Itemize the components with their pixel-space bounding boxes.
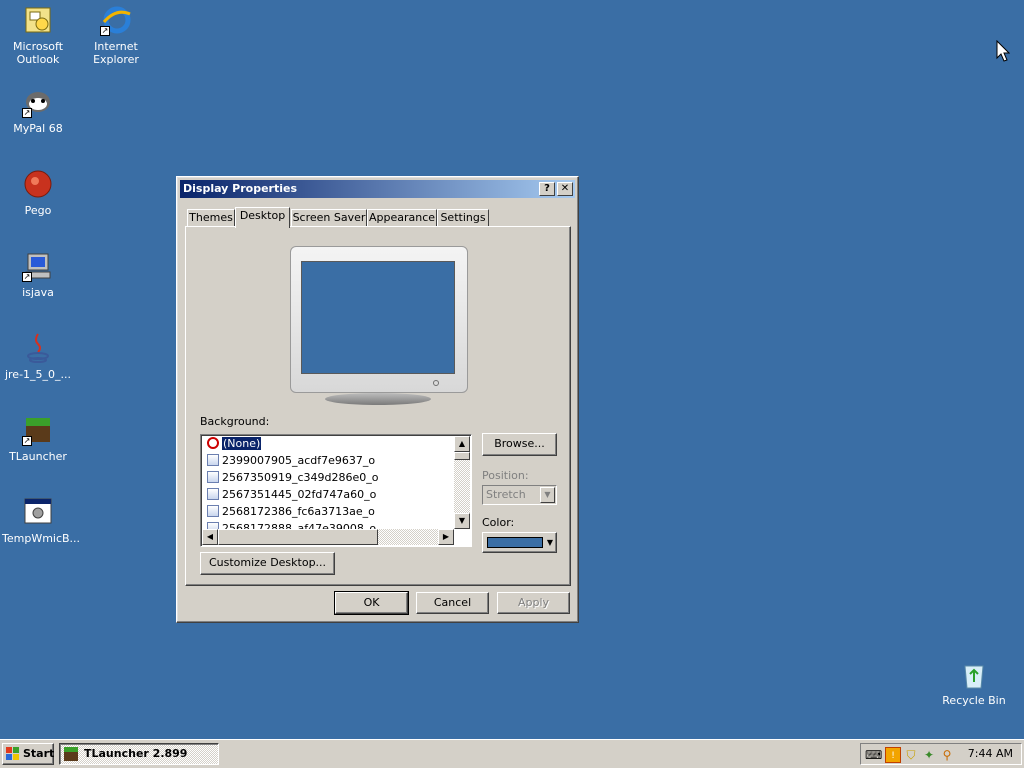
taskbar-button-tlauncher[interactable]: TLauncher 2.899 xyxy=(59,743,219,765)
scroll-right-arrow-icon[interactable]: ▶ xyxy=(438,529,454,545)
list-item[interactable]: 2567351445_02fd747a60_o xyxy=(207,487,376,503)
list-item[interactable]: 2568172386_fc6a3713ae_o xyxy=(207,504,375,520)
internet-explorer-icon: ↗ xyxy=(100,4,132,36)
security-icon[interactable]: ! xyxy=(885,747,901,763)
cancel-button[interactable]: Cancel xyxy=(416,592,489,614)
vertical-scrollbar[interactable]: ▲ ▼ xyxy=(454,436,470,529)
search-icon[interactable]: ⚲ xyxy=(939,747,955,763)
help-button[interactable]: ? xyxy=(539,182,555,196)
desktop-icon-label: jre-1_5_0_... xyxy=(4,368,72,381)
keyboard-icon[interactable]: ⌨ xyxy=(865,747,882,763)
clock[interactable]: 7:44 AM xyxy=(968,744,1013,764)
desktop-icon-recycle-bin[interactable]: Recycle Bin xyxy=(936,658,1012,707)
ok-button[interactable]: OK xyxy=(334,591,409,615)
image-file-icon xyxy=(207,505,219,517)
monitor-power-icon xyxy=(433,380,439,386)
java-icon xyxy=(22,332,54,364)
desktop-icon-pego[interactable]: Pego xyxy=(0,168,76,217)
position-select[interactable]: Stretch ▼ xyxy=(482,485,557,505)
color-label: Color: xyxy=(482,516,515,529)
image-file-icon xyxy=(207,471,219,483)
chevron-down-icon[interactable]: ▼ xyxy=(540,487,555,503)
isjava-icon: ↗ xyxy=(22,250,54,282)
shortcut-arrow-icon: ↗ xyxy=(22,436,32,446)
desktop-icon-mypal[interactable]: ↗ MyPal 68 xyxy=(0,86,76,135)
dialog-title: Display Properties xyxy=(183,182,298,195)
background-listbox[interactable]: (None) 2399007905_acdf7e9637_o 256735091… xyxy=(200,434,472,547)
none-icon xyxy=(207,437,219,449)
desktop-icon-outlook[interactable]: Microsoft Outlook xyxy=(0,4,76,66)
tlauncher-icon: ↗ xyxy=(22,414,54,446)
vertical-scroll-thumb[interactable] xyxy=(454,452,470,460)
shortcut-arrow-icon: ↗ xyxy=(22,108,32,118)
start-button[interactable]: Start xyxy=(2,743,54,765)
desktop-icon-label: isjava xyxy=(22,286,54,299)
tab-settings[interactable]: Settings xyxy=(437,209,489,227)
desktop-icon-label: TLauncher xyxy=(9,450,67,463)
tab-appearance[interactable]: Appearance xyxy=(367,209,437,227)
desktop-icon-label: TempWmicB... xyxy=(2,532,81,545)
desktop-icon-tempwmic[interactable]: TempWmicB... xyxy=(0,496,81,545)
desktop-icon-jre[interactable]: jre-1_5_0_... xyxy=(0,332,76,381)
desktop-icon-isjava[interactable]: ↗ isjava xyxy=(0,250,76,299)
tab-themes[interactable]: Themes xyxy=(187,209,235,227)
monitor-preview xyxy=(290,246,468,393)
desktop-icon-internet-explorer[interactable]: ↗ Internet Explorer xyxy=(78,4,154,66)
outlook-icon xyxy=(22,4,54,36)
scroll-down-arrow-icon[interactable]: ▼ xyxy=(454,513,470,529)
windows-logo-icon xyxy=(6,747,19,760)
tab-desktop[interactable]: Desktop xyxy=(235,207,290,228)
position-label: Position: xyxy=(482,469,529,482)
horizontal-scroll-thumb[interactable] xyxy=(218,529,378,545)
desktop-icon-label: Pego xyxy=(24,204,52,217)
tab-screen-saver[interactable]: Screen Saver xyxy=(291,209,367,227)
mypal-icon: ↗ xyxy=(22,86,54,118)
apply-button[interactable]: Apply xyxy=(497,592,570,614)
scroll-up-arrow-icon[interactable]: ▲ xyxy=(454,436,470,452)
desktop-icon-tlauncher[interactable]: ↗ TLauncher xyxy=(0,414,76,463)
system-tray: ⌨ ! ⛉ ✦ ⚲ 7:44 AM xyxy=(860,743,1022,765)
scroll-left-arrow-icon[interactable]: ◀ xyxy=(202,529,218,545)
mouse-cursor-icon xyxy=(996,40,1010,62)
close-button[interactable]: ✕ xyxy=(557,182,573,196)
network-icon[interactable]: ✦ xyxy=(921,747,937,763)
desktop-icon-label: MyPal 68 xyxy=(13,122,63,135)
dialog-titlebar[interactable]: Display Properties ? ✕ xyxy=(180,180,575,198)
shortcut-arrow-icon: ↗ xyxy=(100,26,110,36)
taskbar: Start TLauncher 2.899 ⌨ ! ⛉ ✦ ⚲ 7:44 AM xyxy=(0,739,1024,768)
recycle-bin-icon xyxy=(958,658,990,690)
desktop-icon-label: Internet Explorer xyxy=(93,40,139,66)
monitor-stand xyxy=(325,393,431,405)
desktop-icon-label: Recycle Bin xyxy=(942,694,1006,707)
image-file-icon xyxy=(207,454,219,466)
list-item[interactable]: (None) xyxy=(207,436,263,452)
monitor-preview-screen xyxy=(301,261,455,374)
color-swatch xyxy=(487,537,543,548)
color-picker-button[interactable]: ▼ xyxy=(482,532,557,553)
browse-button[interactable]: Browse... xyxy=(482,433,557,456)
customize-desktop-button[interactable]: Customize Desktop... xyxy=(200,552,335,575)
image-file-icon xyxy=(207,488,219,500)
list-item[interactable]: 2399007905_acdf7e9637_o xyxy=(207,453,375,469)
pego-icon xyxy=(22,168,54,200)
tlauncher-icon xyxy=(64,747,78,761)
desktop-icon-label: Microsoft Outlook xyxy=(12,40,64,66)
background-label: Background: xyxy=(200,415,270,428)
list-item[interactable]: 2567350919_c349d286e0_o xyxy=(207,470,379,486)
shortcut-arrow-icon: ↗ xyxy=(22,272,32,282)
chevron-down-icon: ▼ xyxy=(546,538,553,547)
horizontal-scrollbar[interactable]: ◀ ▶ xyxy=(202,529,454,545)
start-label: Start xyxy=(23,747,55,760)
wmic-icon xyxy=(22,496,54,528)
taskbar-task-label: TLauncher 2.899 xyxy=(84,747,188,760)
display-properties-dialog: Display Properties ? ✕ Themes Desktop Sc… xyxy=(176,176,579,623)
position-value: Stretch xyxy=(486,488,526,501)
shield-icon[interactable]: ⛉ xyxy=(903,747,919,763)
